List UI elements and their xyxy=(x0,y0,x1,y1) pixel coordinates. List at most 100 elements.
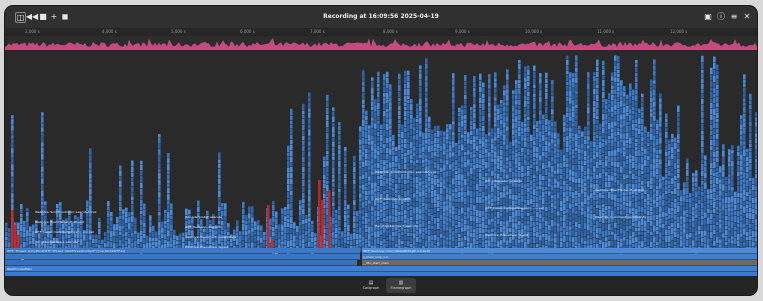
flame-frame xyxy=(629,239,632,245)
flame-frame xyxy=(755,226,757,231)
flame-frame xyxy=(41,178,44,184)
flame-frame xyxy=(272,210,275,217)
flame-frame xyxy=(545,233,548,241)
flame-frame xyxy=(563,210,566,215)
flame-frame xyxy=(551,162,554,166)
flame-frame xyxy=(158,222,161,229)
flame-frame xyxy=(371,101,374,106)
flame-frame xyxy=(617,86,620,92)
flame-frame xyxy=(416,129,419,134)
info-icon[interactable]: ⓘ xyxy=(715,11,727,23)
flame-frame xyxy=(428,208,431,213)
flame-frame xyxy=(422,232,425,239)
flame-frame xyxy=(695,198,698,203)
flame-frame xyxy=(410,103,413,111)
panel-icon[interactable]: ▣ xyxy=(702,11,714,23)
flame-frame xyxy=(473,143,476,150)
flame-frame xyxy=(650,140,653,145)
flame-frame xyxy=(413,188,416,193)
flame-frame xyxy=(542,124,545,131)
cpu-activity-strip[interactable] xyxy=(5,36,757,51)
flame-frame xyxy=(11,198,14,204)
flame-frame xyxy=(545,226,548,234)
flame-frame xyxy=(572,133,575,137)
flame-frame xyxy=(380,235,383,241)
flame-frame xyxy=(458,237,461,242)
flame-frame xyxy=(374,105,377,112)
flame-frame xyxy=(365,153,368,160)
flame-frame xyxy=(566,106,569,113)
callgraph-tab[interactable]: ▤ Callgraph xyxy=(356,278,386,293)
flame-frame xyxy=(509,243,512,248)
flame-frame xyxy=(638,134,641,138)
flame-frame xyxy=(161,221,164,227)
flame-frame xyxy=(386,88,389,93)
flame-frame xyxy=(419,204,422,208)
close-icon[interactable]: ✕ xyxy=(741,11,753,23)
flame-frame xyxy=(713,139,716,147)
flame-frame xyxy=(575,195,578,202)
flame-frame xyxy=(680,212,683,216)
flame-frame xyxy=(407,131,410,139)
flame-frame xyxy=(626,94,629,100)
flame-frame xyxy=(716,107,719,113)
flame-frame xyxy=(713,187,716,193)
flame-frame xyxy=(500,99,503,104)
flame-frame xyxy=(89,183,92,188)
flame-frame xyxy=(656,149,659,155)
profiler-window: ◫ ◀◀ ■ + ◼ Recording at 16:09:56 2025-04-19 … xyxy=(5,6,757,295)
flame-frame xyxy=(389,229,392,234)
flame-frame xyxy=(41,127,44,132)
flame-frame xyxy=(518,209,521,217)
flame-frame xyxy=(710,74,713,81)
flame-frame xyxy=(407,75,410,82)
flame-frame xyxy=(431,197,434,204)
flame-frame xyxy=(461,144,464,151)
flame-frame xyxy=(533,174,536,178)
menu-icon[interactable]: ≡ xyxy=(728,11,740,23)
flame-frame xyxy=(704,160,707,166)
flame-frame xyxy=(428,193,431,199)
flame-frame xyxy=(86,241,89,248)
flame-frame xyxy=(665,220,668,225)
flame-frame xyxy=(467,203,470,207)
flame-frame xyxy=(248,234,251,239)
flame-frame xyxy=(107,218,110,225)
flame-frame xyxy=(599,159,602,166)
flame-frame xyxy=(497,169,500,174)
flame-frame xyxy=(440,181,443,187)
flame-frame xyxy=(683,206,686,210)
flame-frame xyxy=(287,167,290,173)
flame-frame xyxy=(446,140,449,144)
flame-frame xyxy=(581,230,584,237)
flame-frame xyxy=(545,125,548,133)
flamegraph-view[interactable]: WebCore::ScriptController::executeScript… xyxy=(5,50,757,276)
flame-frame xyxy=(716,84,719,90)
flame-frame xyxy=(518,94,521,100)
flamegraph-canvas[interactable] xyxy=(5,50,757,276)
flame-frame xyxy=(11,193,14,198)
flame-frame xyxy=(692,177,695,183)
flame-frame xyxy=(614,65,617,71)
flame-frame xyxy=(470,179,473,187)
flame-frame xyxy=(629,225,632,229)
flame-frame xyxy=(659,137,662,144)
flame-frame xyxy=(668,176,671,181)
flame-frame xyxy=(407,183,410,190)
flame-frame xyxy=(524,107,527,113)
flame-frame xyxy=(422,202,425,206)
flamegraph-tab[interactable]: ▥ Flamegraph xyxy=(386,278,416,293)
flame-frame xyxy=(674,198,677,202)
flame-frame xyxy=(470,106,473,111)
flame-frame xyxy=(659,93,662,98)
flame-frame xyxy=(677,139,680,144)
flame-frame xyxy=(557,138,560,145)
flame-frame xyxy=(362,194,365,201)
flame-frame xyxy=(494,136,497,141)
flame-frame xyxy=(422,139,425,146)
flame-frame xyxy=(743,183,746,189)
flame-frame xyxy=(635,123,638,128)
flame-frame xyxy=(170,209,173,215)
flame-frame xyxy=(224,221,227,225)
flame-frame xyxy=(158,180,161,186)
